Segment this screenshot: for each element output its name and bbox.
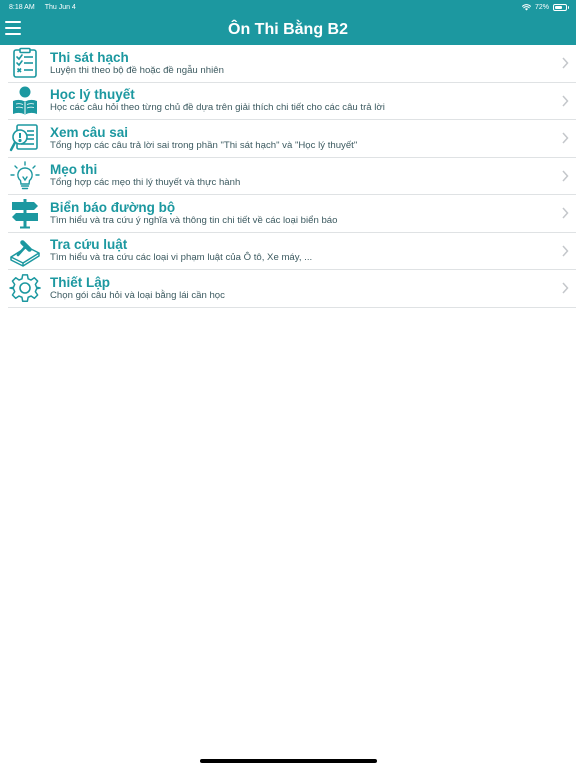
menu-item-subtitle: Tìm hiểu và tra cứu ý nghĩa và thông tin… bbox=[50, 214, 338, 226]
menu-item-subtitle: Tổng hợp các mẹo thi lý thuyết và thực h… bbox=[50, 177, 241, 189]
menu-item-title: Mẹo thi bbox=[50, 162, 98, 178]
status-date: Thu Jun 4 bbox=[44, 3, 76, 11]
menu-item-title: Thiết Lập bbox=[50, 274, 110, 290]
nav-bar: Ôn Thi Bằng B2 bbox=[0, 14, 576, 45]
menu-item-subtitle: Tìm hiểu và tra cứu các loại vi phạm luậ… bbox=[50, 252, 313, 264]
menu-item-thiet-lap[interactable]: Thiết Lập Chọn gói câu hỏi và loại bằng … bbox=[8, 270, 576, 308]
home-indicator[interactable] bbox=[200, 759, 377, 763]
lightbulb-icon bbox=[9, 160, 41, 192]
menu-item-text: Học lý thuyết Học các câu hỏi theo từng … bbox=[50, 87, 385, 114]
chevron-right-icon bbox=[562, 94, 569, 107]
battery-percent: 72% bbox=[534, 3, 549, 11]
menu-item-thi-sat-hach[interactable]: Thi sát hạch Luyện thi theo bộ đề hoặc đ… bbox=[8, 45, 576, 83]
menu-item-subtitle: Luyện thi theo bộ đề hoặc đề ngẫu nhiên bbox=[50, 64, 224, 76]
chevron-right-icon bbox=[562, 244, 569, 257]
menu-item-title: Xem câu sai bbox=[50, 124, 129, 140]
menu-item-subtitle: Tổng hợp các câu trả lời sai trong phần … bbox=[50, 139, 358, 151]
menu-item-hoc-ly-thuyet[interactable]: Học lý thuyết Học các câu hỏi theo từng … bbox=[8, 83, 576, 120]
menu-item-text: Thi sát hạch Luyện thi theo bộ đề hoặc đ… bbox=[50, 50, 224, 77]
hamburger-menu-icon[interactable] bbox=[5, 21, 21, 35]
wifi-icon bbox=[521, 3, 531, 10]
battery-fill bbox=[555, 5, 563, 9]
menu-item-tra-cuu-luat[interactable]: Tra cứu luật Tìm hiểu và tra cứu các loạ… bbox=[8, 233, 576, 270]
app-screen: 8:18 AM Thu Jun 4 72% Ôn Thi Bằng B2 Thi… bbox=[0, 0, 576, 768]
chevron-right-icon bbox=[562, 207, 569, 219]
gear-icon bbox=[9, 272, 41, 304]
law-book-icon bbox=[9, 235, 41, 267]
status-bar: 8:18 AM Thu Jun 4 72% bbox=[0, 0, 576, 14]
menu-item-title: Biển báo đường bộ bbox=[50, 199, 176, 215]
menu-item-text: Mẹo thi Tổng hợp các mẹo thi lý thuyết v… bbox=[50, 162, 240, 189]
menu-item-text: Thiết Lập Chọn gói câu hỏi và loại bằng … bbox=[50, 275, 225, 302]
battery-icon bbox=[553, 3, 569, 11]
main-menu-list: Thi sát hạch Luyện thi theo bộ đề hoặc đ… bbox=[0, 45, 576, 308]
signpost-icon bbox=[9, 197, 41, 229]
chevron-right-icon bbox=[562, 282, 569, 294]
status-time: 8:18 AM bbox=[9, 3, 35, 11]
menu-item-subtitle: Chọn gói câu hỏi và loại bằng lái cần họ… bbox=[50, 289, 225, 301]
menu-item-title: Học lý thuyết bbox=[50, 87, 135, 103]
menu-item-text: Tra cứu luật Tìm hiểu và tra cứu các loạ… bbox=[50, 237, 312, 264]
menu-item-title: Tra cứu luật bbox=[50, 237, 128, 253]
chevron-right-icon bbox=[562, 169, 569, 182]
menu-item-subtitle: Học các câu hỏi theo từng chủ đề dựa trê… bbox=[50, 102, 385, 114]
checklist-icon bbox=[9, 47, 41, 79]
status-right: 72% bbox=[521, 3, 569, 11]
document-alert-icon bbox=[9, 122, 41, 154]
menu-item-title: Thi sát hạch bbox=[50, 49, 129, 65]
menu-item-text: Xem câu sai Tổng hợp các câu trả lời sai… bbox=[50, 125, 357, 152]
menu-item-xem-cau-sai[interactable]: Xem câu sai Tổng hợp các câu trả lời sai… bbox=[8, 120, 576, 158]
menu-item-text: Biển báo đường bộ Tìm hiểu và tra cứu ý … bbox=[50, 200, 337, 227]
chevron-right-icon bbox=[562, 132, 569, 144]
menu-item-meo-thi[interactable]: Mẹo thi Tổng hợp các mẹo thi lý thuyết v… bbox=[8, 158, 576, 195]
chevron-right-icon bbox=[562, 57, 569, 69]
student-reading-icon bbox=[9, 85, 41, 117]
menu-item-bien-bao-duong-bo[interactable]: Biển báo đường bộ Tìm hiểu và tra cứu ý … bbox=[8, 195, 576, 233]
page-title: Ôn Thi Bằng B2 bbox=[228, 20, 348, 38]
